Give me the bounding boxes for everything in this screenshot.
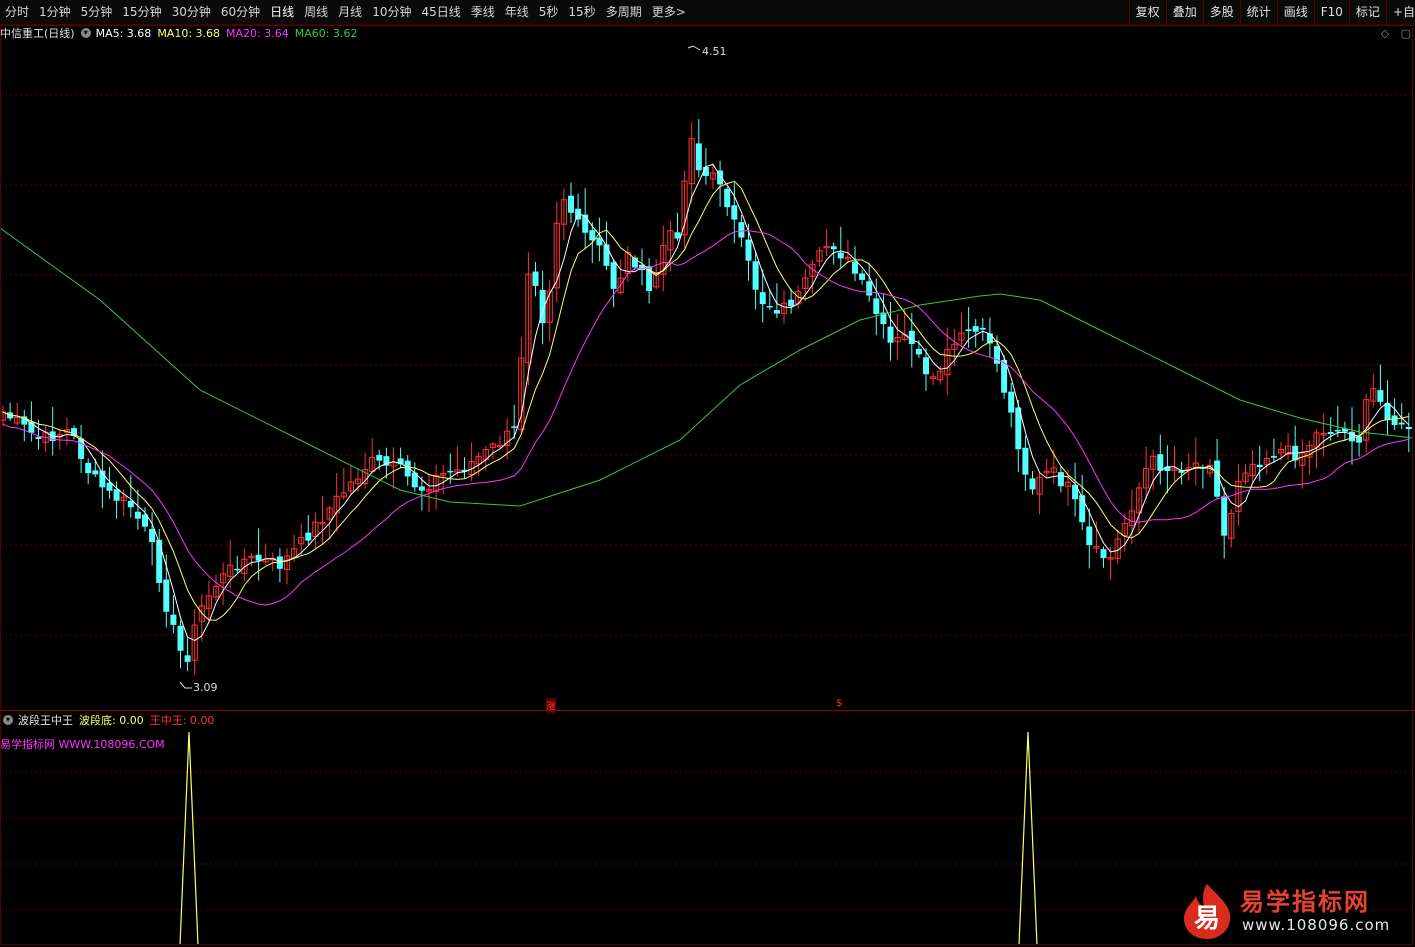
candle-body-23 bbox=[163, 579, 170, 612]
indicator-name: 波段王中王 bbox=[18, 714, 73, 727]
candle-body-137 bbox=[972, 326, 979, 332]
dollar-marker: $ bbox=[836, 698, 843, 709]
site-watermark-text: 易学指标网 WWW.108096.COM bbox=[0, 738, 165, 751]
low-price-label: 3.09 bbox=[193, 681, 218, 694]
logo-name: 易学指标网 bbox=[1240, 888, 1370, 916]
brand-logo: 易 易学指标网 www.108096.com bbox=[1178, 882, 1408, 940]
candle-body-98 bbox=[695, 143, 702, 171]
candle-body-21 bbox=[149, 528, 156, 543]
candle-body-149 bbox=[1057, 472, 1064, 487]
candle-body-82 bbox=[582, 214, 589, 233]
candle-body-121 bbox=[859, 273, 866, 280]
indicator-bottom-value: 波段底: 0.00 bbox=[79, 714, 144, 727]
candle-body-104 bbox=[738, 222, 745, 238]
indicator-menu-icon[interactable]: ▾ bbox=[3, 715, 13, 725]
candle-body-95 bbox=[674, 232, 681, 239]
candle-body-117 bbox=[830, 246, 837, 250]
candle-body-136 bbox=[965, 329, 972, 332]
candle-body-122 bbox=[866, 281, 873, 296]
candle-body-152 bbox=[1079, 495, 1086, 523]
ma20-line bbox=[2, 230, 1409, 606]
flame-logo-icon: 易 bbox=[1184, 884, 1231, 939]
candle-body-22 bbox=[156, 539, 163, 583]
low-pointer bbox=[179, 681, 192, 689]
candle-body-155 bbox=[1100, 549, 1107, 559]
candle-body-179 bbox=[1270, 456, 1277, 458]
candle-body-197 bbox=[1398, 422, 1405, 425]
candle-body-123 bbox=[873, 298, 880, 315]
candle-body-24 bbox=[170, 614, 177, 625]
logo-glyph: 易 bbox=[1194, 904, 1220, 934]
ma10-line bbox=[2, 180, 1409, 621]
candle-body-142 bbox=[1008, 391, 1015, 413]
candle-body-144 bbox=[1022, 447, 1029, 475]
candle-body-138 bbox=[979, 327, 986, 330]
candle-body-118 bbox=[837, 252, 844, 259]
candle-body-103 bbox=[731, 205, 738, 220]
candle-body-26 bbox=[184, 655, 191, 662]
candle-body-16 bbox=[113, 489, 120, 501]
candle-body-195 bbox=[1384, 403, 1391, 421]
candle-body-130 bbox=[923, 357, 929, 375]
candle-body-43 bbox=[305, 532, 312, 541]
candle-body-120 bbox=[852, 261, 858, 274]
candle-body-125 bbox=[887, 326, 894, 343]
candle-body-86 bbox=[610, 262, 617, 289]
indicator-spike-1 bbox=[179, 731, 199, 946]
candle-body-108 bbox=[766, 305, 773, 308]
candle-body-177 bbox=[1256, 464, 1263, 468]
candle-body-5 bbox=[35, 436, 42, 439]
candle-body-80 bbox=[568, 195, 574, 213]
candle-body-145 bbox=[1029, 478, 1036, 490]
candle-body-140 bbox=[994, 346, 1000, 364]
candle-body-107 bbox=[759, 292, 766, 305]
candle-body-13 bbox=[92, 470, 99, 475]
candle-body-53 bbox=[376, 454, 383, 461]
candle-body-63 bbox=[447, 470, 454, 473]
candle-body-83 bbox=[589, 230, 596, 241]
candle-body-19 bbox=[134, 511, 141, 519]
candle-body-153 bbox=[1086, 526, 1093, 546]
candle-body-163 bbox=[1157, 454, 1164, 471]
candle-body-187 bbox=[1327, 432, 1334, 434]
candle-body-194 bbox=[1377, 390, 1384, 402]
candle-body-109 bbox=[773, 310, 780, 314]
candle-body-172 bbox=[1221, 496, 1228, 536]
candlestick-chart[interactable]: 4.51 3.09 bbox=[0, 0, 1415, 947]
candle-body-18 bbox=[127, 500, 134, 508]
candle-body-25 bbox=[177, 625, 184, 651]
ma60-line bbox=[0, 227, 1414, 507]
candle-body-75 bbox=[532, 271, 539, 286]
indicator-king-value: 王中王: 0.00 bbox=[149, 714, 215, 727]
high-price-label: 4.51 bbox=[702, 45, 727, 58]
high-pointer bbox=[687, 45, 701, 51]
panel-divider bbox=[0, 710, 1415, 711]
ma5-line bbox=[2, 163, 1410, 642]
indicator-info: ▾ 波段王中王 波段底: 0.00 王中王: 0.00 bbox=[0, 712, 220, 728]
candle-body-11 bbox=[78, 438, 85, 459]
candle-body-72 bbox=[511, 426, 518, 428]
indicator-spike-2 bbox=[1018, 731, 1038, 946]
candle-body-191 bbox=[1356, 436, 1363, 443]
candle-body-198 bbox=[1405, 426, 1412, 430]
candle-body-59 bbox=[418, 486, 425, 491]
candle-body-196 bbox=[1391, 415, 1398, 426]
candle-body-105 bbox=[745, 239, 752, 261]
candle-body-128 bbox=[908, 330, 915, 345]
candle-body-85 bbox=[603, 244, 610, 266]
candle-body-12 bbox=[85, 462, 92, 474]
candle-body-106 bbox=[752, 261, 759, 290]
candle-body-111 bbox=[788, 299, 795, 307]
candle-body-188 bbox=[1334, 429, 1341, 432]
candle-body-36 bbox=[255, 554, 262, 561]
candle-body-129 bbox=[915, 348, 922, 355]
candle-body-33 bbox=[234, 568, 241, 571]
candle-body-102 bbox=[724, 188, 731, 208]
logo-url: www.108096.com bbox=[1242, 916, 1391, 934]
